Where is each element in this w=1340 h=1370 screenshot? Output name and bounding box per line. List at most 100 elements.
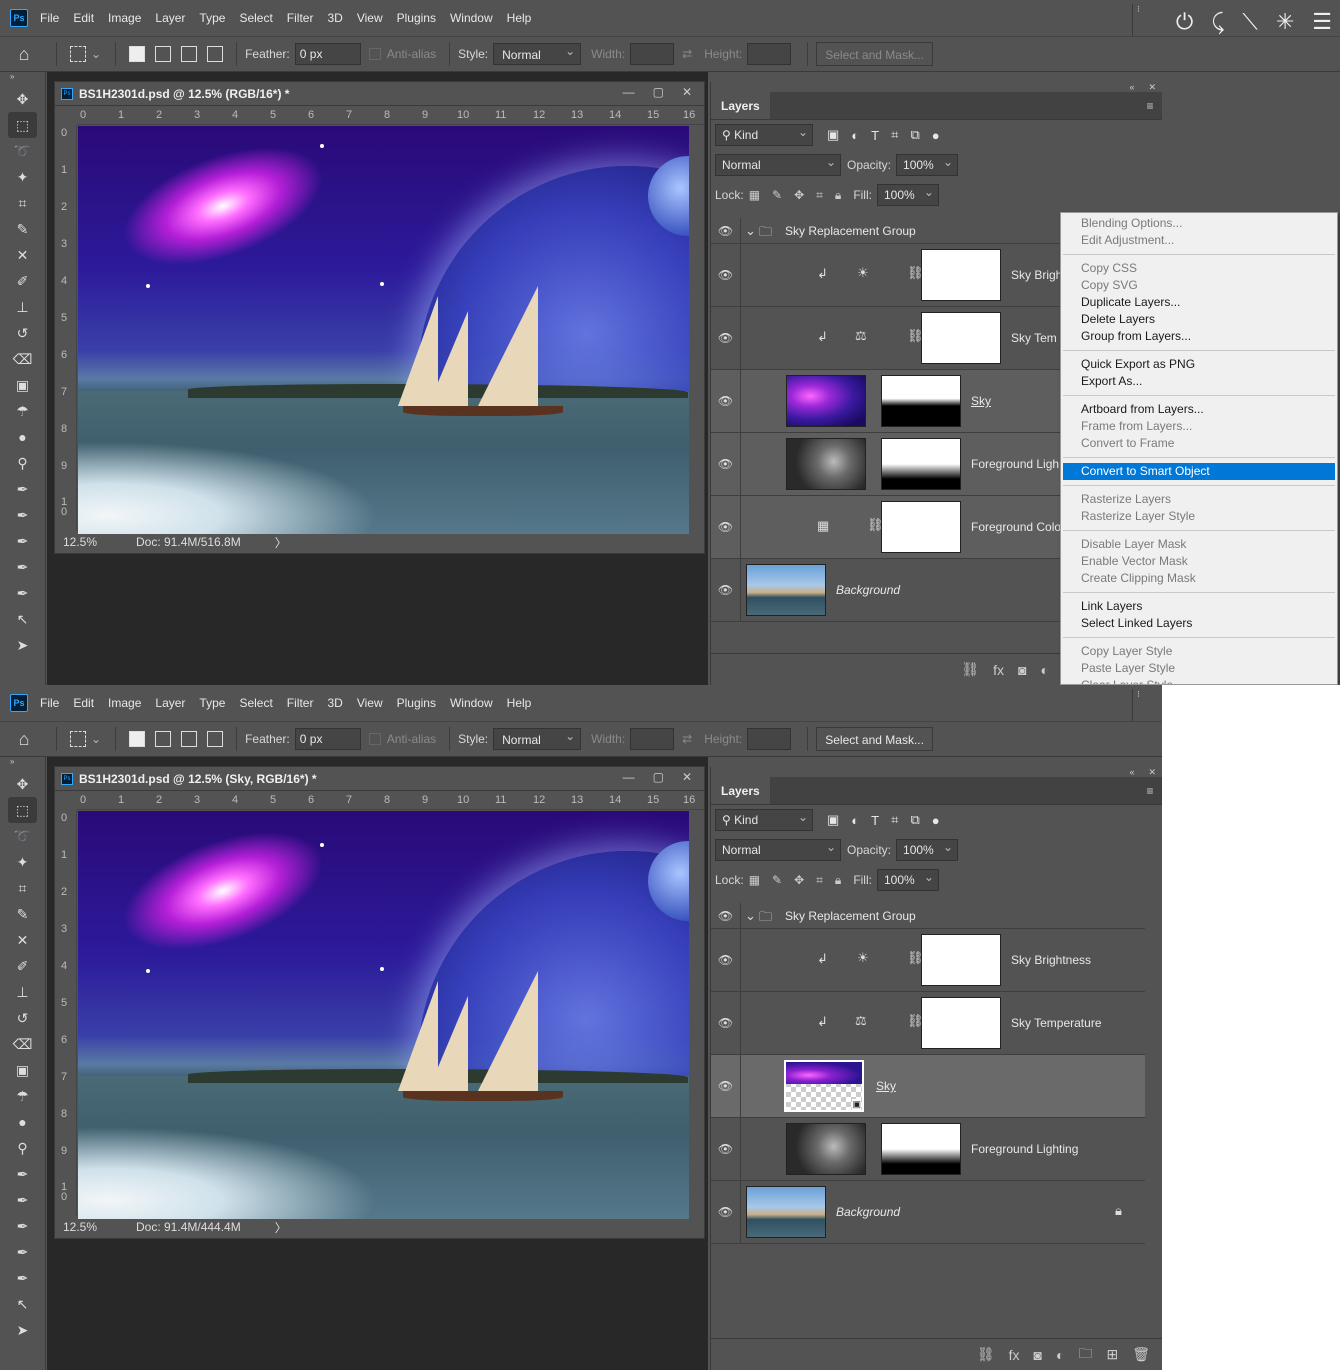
lasso-tool-icon[interactable]: ➰ — [0, 138, 45, 164]
menu-3d[interactable]: 3D — [327, 696, 342, 710]
blend-mode-select[interactable]: Normal — [715, 154, 841, 176]
eye-icon[interactable]: 👁︎ — [711, 1181, 741, 1243]
fill-input[interactable]: 100% — [876, 184, 939, 206]
smart-filter-icon[interactable]: ⧉ — [910, 127, 919, 143]
chevron-down-icon[interactable]: ⌄ — [91, 47, 101, 61]
tab-layers[interactable]: Layers — [711, 92, 770, 119]
menu-layer[interactable]: Layer — [155, 696, 185, 710]
layer-row[interactable]: 👁︎ Background 🔒︎ — [711, 1181, 1145, 1244]
menu-edit[interactable]: Edit — [73, 11, 94, 25]
eyedropper-icon[interactable]: ✎ — [0, 216, 45, 242]
eye-icon[interactable]: 👁︎ — [711, 218, 741, 243]
move-tool-icon[interactable]: ✥ — [0, 771, 45, 797]
stamp-tool-icon[interactable]: ⊥ — [0, 979, 45, 1005]
healing-tool-icon[interactable]: ✕ — [0, 927, 45, 953]
feather-input[interactable]: 0 px — [294, 43, 361, 65]
antialias-checkbox[interactable] — [368, 48, 381, 60]
pen-add-icon[interactable]: ✒ — [0, 528, 45, 554]
menu-filter[interactable]: Filter — [287, 11, 314, 25]
menu-3d[interactable]: 3D — [327, 11, 342, 25]
menu-view[interactable]: View — [357, 11, 383, 25]
eye-icon[interactable]: 👁︎ — [711, 307, 741, 369]
swap-icon[interactable]: ⇄ — [682, 732, 692, 746]
menu-help[interactable]: Help — [507, 696, 532, 710]
path-select-icon[interactable]: ↖ — [0, 606, 45, 632]
history-brush-icon[interactable]: ↺ — [0, 320, 45, 346]
shape-filter-icon[interactable]: ⌗ — [891, 812, 898, 828]
adjustment-filter-icon[interactable]: ◐ — [851, 128, 859, 143]
pen-tool-icon[interactable]: ✒ — [0, 476, 45, 502]
mask-thumbnail[interactable] — [881, 375, 961, 427]
sparkle-icon[interactable]: ✳ — [1276, 9, 1294, 35]
menu-disable-layer-mask[interactable]: Disable Layer Mask — [1061, 536, 1337, 553]
opacity-input[interactable]: 100% — [896, 154, 959, 176]
menu-export-as[interactable]: Export As... — [1061, 373, 1337, 390]
convert-point-icon[interactable]: ✒ — [0, 1265, 45, 1291]
zoom-level[interactable]: 12.5% — [63, 535, 136, 549]
height-input[interactable] — [747, 728, 792, 750]
pen-delete-icon[interactable]: ✒ — [0, 554, 45, 580]
menu-convert-to-smart-object[interactable]: Convert to Smart Object — [1063, 463, 1335, 480]
gradient-tool-icon[interactable]: ▣ — [0, 372, 45, 398]
layer-name[interactable]: Foreground Colo — [971, 520, 1061, 534]
pixel-filter-icon[interactable]: ▣ — [827, 812, 839, 828]
menu-file[interactable]: File — [40, 696, 59, 710]
layer-row-selected[interactable]: 👁︎ ▣ Sky — [711, 1055, 1145, 1118]
type-filter-icon[interactable]: T — [871, 128, 879, 143]
brush-tool-icon[interactable]: ✐ — [0, 953, 45, 979]
magic-wand-icon[interactable]: ✦ — [0, 849, 45, 875]
layer-name[interactable]: Foreground Ligh — [971, 457, 1059, 471]
menu-window[interactable]: Window — [450, 696, 493, 710]
magic-wand-icon[interactable]: ✦ — [0, 164, 45, 190]
mask-thumbnail[interactable] — [921, 997, 1001, 1049]
menu-filter[interactable]: Filter — [287, 696, 314, 710]
pixel-filter-icon[interactable]: ▣ — [827, 127, 839, 143]
panel-menu-icon[interactable]: ≡ — [1138, 777, 1162, 804]
lock-pixels-icon[interactable]: ✎ — [772, 873, 782, 887]
eye-icon[interactable]: 👁︎ — [711, 559, 741, 621]
move-tool-icon[interactable]: ✥ — [0, 86, 45, 112]
eye-icon[interactable]: 👁︎ — [711, 992, 741, 1054]
subtract-selection-icon[interactable] — [181, 731, 198, 747]
add-selection-icon[interactable] — [155, 46, 172, 62]
minimize-icon[interactable]: — — [623, 770, 635, 784]
new-selection-icon[interactable] — [129, 46, 146, 62]
eye-icon[interactable]: 👁︎ — [711, 244, 741, 306]
zoom-level[interactable]: 12.5% — [63, 1220, 136, 1234]
filter-kind-select[interactable]: ⚲ Kind — [715, 124, 813, 146]
menu-view[interactable]: View — [357, 696, 383, 710]
hamburger-icon[interactable]: ☰ — [1312, 9, 1332, 35]
lock-transparency-icon[interactable]: ▦ — [749, 188, 760, 202]
select-and-mask-button[interactable]: Select and Mask... — [816, 727, 933, 751]
layer-name[interactable]: Sky Brigh — [1011, 268, 1062, 282]
layer-name[interactable]: Background — [836, 1205, 900, 1219]
eye-icon[interactable]: 👁︎ — [711, 496, 741, 558]
panel-grip[interactable]: » — [0, 72, 45, 86]
close-icon[interactable]: ✕ — [682, 85, 692, 99]
adjustment-layer-icon[interactable]: ◐ — [1041, 662, 1049, 678]
eye-icon[interactable]: 👁︎ — [711, 1118, 741, 1180]
add-mask-icon[interactable]: ◙ — [1034, 1347, 1042, 1363]
panel-menu-icon[interactable]: ≡ — [1138, 92, 1162, 119]
direct-select-icon[interactable]: ➤ — [0, 632, 45, 658]
new-selection-icon[interactable] — [129, 731, 146, 747]
layer-name[interactable]: Background — [836, 583, 900, 597]
menu-select-linked-layers[interactable]: Select Linked Layers — [1061, 615, 1337, 632]
tab-layers[interactable]: Layers — [711, 777, 770, 804]
menu-copy-svg[interactable]: Copy SVG — [1061, 277, 1337, 294]
menu-plugins[interactable]: Plugins — [397, 11, 436, 25]
mask-thumbnail[interactable] — [881, 501, 961, 553]
eye-icon[interactable]: 👁︎ — [711, 903, 741, 928]
swap-icon[interactable]: ⇄ — [682, 47, 692, 61]
add-mask-icon[interactable]: ◙ — [1018, 662, 1026, 678]
menu-link-layers[interactable]: Link Layers — [1061, 598, 1337, 615]
layer-name[interactable]: Sky Replacement Group — [785, 224, 916, 238]
subtract-selection-icon[interactable] — [181, 46, 198, 62]
menu-file[interactable]: File — [40, 11, 59, 25]
stamp-tool-icon[interactable]: ⊥ — [0, 294, 45, 320]
add-selection-icon[interactable] — [155, 731, 172, 747]
menu-type[interactable]: Type — [199, 696, 225, 710]
height-input[interactable] — [747, 43, 792, 65]
direct-select-icon[interactable]: ➤ — [0, 1317, 45, 1343]
mask-thumbnail[interactable] — [921, 249, 1001, 301]
